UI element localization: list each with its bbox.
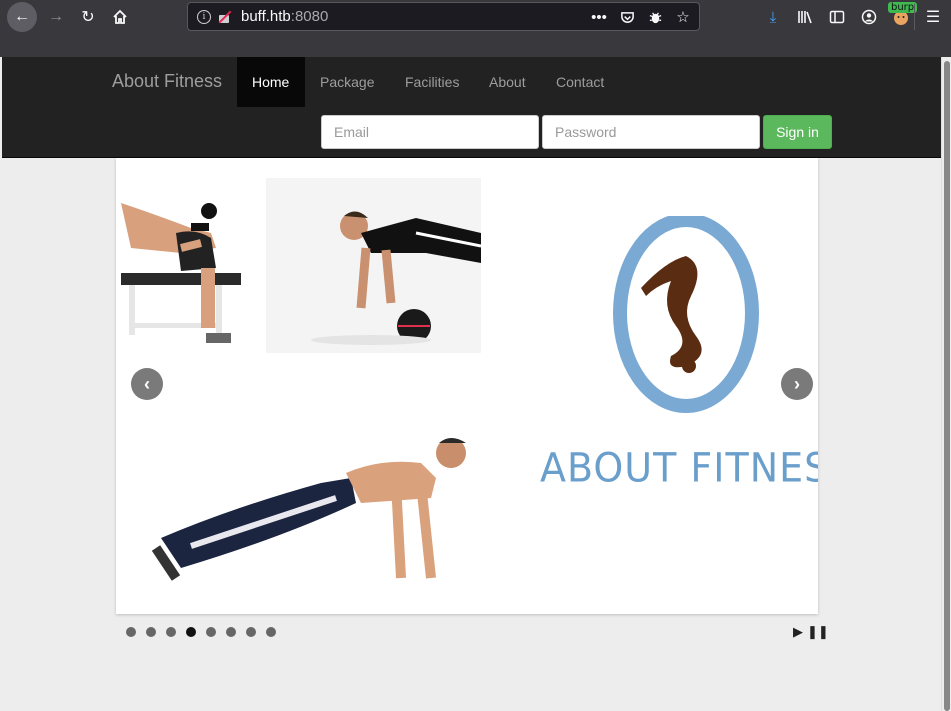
email-field[interactable]: Email	[321, 115, 539, 149]
sign-in-button[interactable]: Sign in	[763, 115, 832, 149]
reload-button[interactable]: ↻	[73, 2, 103, 32]
account-icon[interactable]	[853, 6, 885, 28]
nav-home[interactable]: Home	[237, 57, 305, 107]
password-field[interactable]: Password	[542, 115, 760, 149]
pushup-image	[151, 438, 466, 581]
carousel-next-button[interactable]: ›	[781, 368, 813, 400]
nav-facilities[interactable]: Facilities	[390, 57, 474, 107]
bug-icon[interactable]	[647, 8, 663, 26]
url-port: :8080	[290, 8, 329, 25]
home-button[interactable]	[105, 2, 135, 32]
carousel-dot[interactable]	[226, 627, 236, 637]
more-actions-icon[interactable]: •••	[591, 8, 607, 26]
logo-wordmark: ABOUT FITNESS	[540, 444, 818, 492]
download-icon[interactable]: ⤓	[757, 6, 789, 28]
medicine-ball-pushup-image	[266, 178, 481, 353]
nav-about[interactable]: About	[474, 57, 541, 107]
carousel-play-controls: ▶ ❚❚	[793, 624, 829, 640]
url-bar[interactable]: i buff.htb:8080 ••• ☆	[187, 2, 700, 31]
arrow-right-icon: →	[48, 8, 64, 25]
carousel-dot[interactable]	[266, 627, 276, 637]
carousel-pagination	[126, 627, 276, 637]
site-brand[interactable]: About Fitness	[112, 71, 222, 92]
bookmark-star-icon[interactable]: ☆	[675, 8, 691, 26]
play-icon[interactable]: ▶	[793, 624, 803, 640]
carousel-dot[interactable]	[166, 627, 176, 637]
scrollbar-thumb[interactable]	[944, 61, 950, 711]
carousel-dot-active[interactable]	[186, 627, 196, 637]
carousel-dot[interactable]	[246, 627, 256, 637]
url-actions: ••• ☆	[591, 8, 691, 27]
page-scrollbar[interactable]	[941, 57, 951, 711]
carousel-dot[interactable]	[126, 627, 136, 637]
url-text[interactable]: buff.htb:8080	[241, 8, 328, 25]
browser-toolbar: ← → ↻ i buff.htb:8080 ••• ☆ ⤓ burp ☰	[0, 0, 951, 57]
site-navbar: About Fitness Home Package Facilities Ab…	[2, 57, 941, 158]
pocket-icon[interactable]	[619, 8, 635, 26]
arrow-left-icon: ←	[14, 8, 30, 25]
url-host: buff.htb	[241, 8, 291, 25]
carousel-prev-button[interactable]: ‹	[131, 368, 163, 400]
page-viewport: About Fitness Home Package Facilities Ab…	[2, 57, 941, 711]
home-icon	[113, 9, 127, 24]
nav-contact[interactable]: Contact	[541, 57, 619, 107]
burp-badge: burp	[888, 2, 918, 13]
image-carousel: ABOUT FITNESS ‹ ›	[116, 158, 818, 614]
reload-icon: ↻	[81, 9, 95, 26]
library-icon[interactable]	[789, 6, 821, 28]
sidebar-icon[interactable]	[821, 6, 853, 28]
dumbbell-row-image	[121, 203, 241, 343]
info-icon[interactable]: i	[197, 9, 211, 24]
about-fitness-logo	[613, 216, 759, 413]
back-button[interactable]: ←	[7, 2, 37, 32]
carousel-dot[interactable]	[146, 627, 156, 637]
toolbar-separator	[914, 4, 915, 30]
chevron-left-icon: ‹	[144, 373, 150, 394]
carousel-dot[interactable]	[206, 627, 216, 637]
pause-icon[interactable]: ❚❚	[807, 624, 829, 640]
hamburger-menu-icon[interactable]: ☰	[922, 6, 944, 28]
forward-button[interactable]: →	[41, 2, 71, 32]
insecure-lock-icon[interactable]	[217, 10, 231, 24]
chevron-right-icon: ›	[794, 373, 800, 394]
nav-package[interactable]: Package	[305, 57, 389, 107]
